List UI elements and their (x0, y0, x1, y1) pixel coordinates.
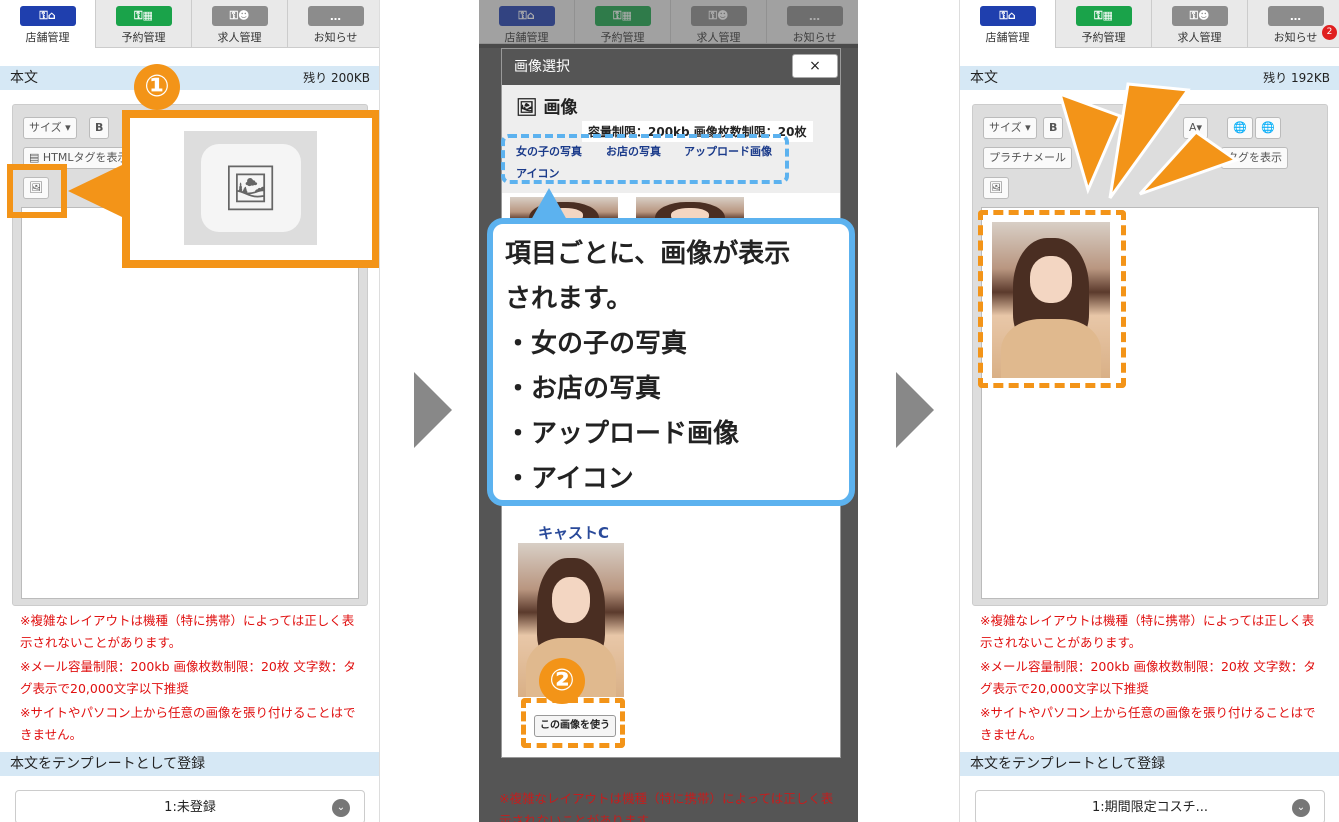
right-notes: ※複雑なレイアウトは機種（特に携帯）によっては正しく表示されないことがあります。… (980, 613, 1316, 742)
callout-line-5: ・アップロード画像 (505, 419, 740, 449)
zoomed-image-icon: 🖼 (184, 131, 317, 245)
emphasis-mark-1 (1057, 91, 1123, 195)
pointer-arrow (68, 165, 122, 217)
tab-store[interactable]: ⚿⌂ 店舗管理 (960, 0, 1056, 48)
callout-pointer (531, 188, 567, 220)
key-house-icon: ⚿⌂ (19, 6, 76, 26)
bg-note: ※複雑なレイアウトは機種（特に携帯）によっては正しく表示されないことがあります。 (499, 791, 834, 822)
speech-icon: … (307, 6, 364, 26)
tab-notice[interactable]: … お知らせ (767, 0, 858, 44)
callout-line-2: されます。 (505, 284, 633, 314)
body-label: 本文 (10, 70, 38, 86)
key-house-icon: ⚿⌂ (498, 6, 555, 26)
notice-badge: 2 (1322, 25, 1337, 40)
tab-store[interactable]: ⚿⌂ 店舗管理 (479, 0, 575, 44)
remaining-size: 残り 200KB (303, 71, 370, 85)
arrow-right-2 (896, 372, 934, 448)
tab-bar: ⚿⌂ 店舗管理 ⚿▦ 予約管理 ⚿☻ 求人管理 … お知らせ 2 (960, 0, 1339, 48)
bold-button[interactable]: B (89, 117, 110, 139)
modal-header: 画像選択 (502, 49, 840, 85)
callout-line-1: 項目ごとに、画像が表示 (505, 239, 791, 269)
key-calendar-icon: ⚿▦ (594, 6, 651, 26)
tab-notice[interactable]: … お知らせ (288, 0, 379, 48)
left-notes: ※複雑なレイアウトは機種（特に携帯）によっては正しく表示されないことがあります。… (20, 613, 356, 742)
callout-box: 項目ごとに、画像が表示 されます。 ・女の子の写真 ・お店の写真 ・アップロード… (487, 218, 855, 506)
callout-line-4: ・お店の写真 (505, 374, 662, 404)
tab-recruit[interactable]: ⚿☻ 求人管理 (671, 0, 767, 44)
chevron-down-icon: ⌄ (332, 799, 350, 817)
callout-line-6: ・アイコン (505, 464, 634, 494)
key-person-icon: ⚿☻ (211, 6, 268, 26)
body-section-bar: 本文 残り 200KB (0, 66, 379, 90)
tab-notice[interactable]: … お知らせ 2 (1248, 0, 1339, 48)
step-one-badge: ① (134, 64, 180, 110)
close-button[interactable]: × (792, 54, 838, 78)
tab-recruit[interactable]: ⚿☻ 求人管理 (1152, 0, 1248, 48)
key-calendar-icon: ⚿▦ (1075, 6, 1132, 26)
cast-name: キャストC (538, 524, 610, 542)
right-panel: ⚿⌂ 店舗管理 ⚿▦ 予約管理 ⚿☻ 求人管理 … お知らせ 2 本文 残り 192KB サ… (959, 0, 1339, 822)
modal-heading: 🖼 画像 (516, 98, 578, 118)
middle-panel: ⚿⌂ 店舗管理 ⚿▦ 予約管理 ⚿☻ 求人管理 … お知らせ ※複雑なレイアウトは機種（… (479, 0, 858, 822)
modal-title: 画像選択 (514, 59, 570, 75)
category-highlight (501, 134, 789, 184)
use-button-highlight (521, 698, 625, 748)
callout-line-3: ・女の子の写真 (505, 329, 688, 359)
tab-reservation[interactable]: ⚿▦ 予約管理 (575, 0, 671, 44)
template-select[interactable]: 1:未登録 ⌄ (15, 790, 365, 822)
tab-recruit[interactable]: ⚿☻ 求人管理 (192, 0, 288, 48)
tab-reservation[interactable]: ⚿▦ 予約管理 (96, 0, 192, 48)
key-person-icon: ⚿☻ (690, 6, 747, 26)
speech-icon: … (1267, 6, 1324, 26)
emphasis-mark-3 (1138, 130, 1240, 196)
left-panel: ⚿⌂ 店舗管理 ⚿▦ 予約管理 ⚿☻ 求人管理 … お知らせ 本文 残り 200KB サイ… (0, 0, 380, 822)
chevron-down-icon: ⌄ (1292, 799, 1310, 817)
template-bar: 本文をテンプレートとして登録 (0, 752, 379, 776)
highlight-image-button (7, 164, 67, 218)
speech-icon: … (786, 6, 843, 26)
emphasis-marks (1057, 82, 1240, 199)
size-button[interactable]: サイズ ▾ (23, 117, 77, 139)
tab-reservation[interactable]: ⚿▦ 予約管理 (1056, 0, 1152, 48)
tab-bar: ⚿⌂ 店舗管理 ⚿▦ 予約管理 ⚿☻ 求人管理 … お知らせ (0, 0, 379, 48)
key-person-icon: ⚿☻ (1171, 6, 1228, 26)
tab-store[interactable]: ⚿⌂ 店舗管理 (0, 0, 96, 48)
key-house-icon: ⚿⌂ (979, 6, 1036, 26)
template-bar: 本文をテンプレートとして登録 (960, 752, 1339, 776)
arrow-right-1 (414, 372, 452, 448)
template-select[interactable]: 1:期間限定コスチ... ⌄ (975, 790, 1325, 822)
key-calendar-icon: ⚿▦ (115, 6, 172, 26)
